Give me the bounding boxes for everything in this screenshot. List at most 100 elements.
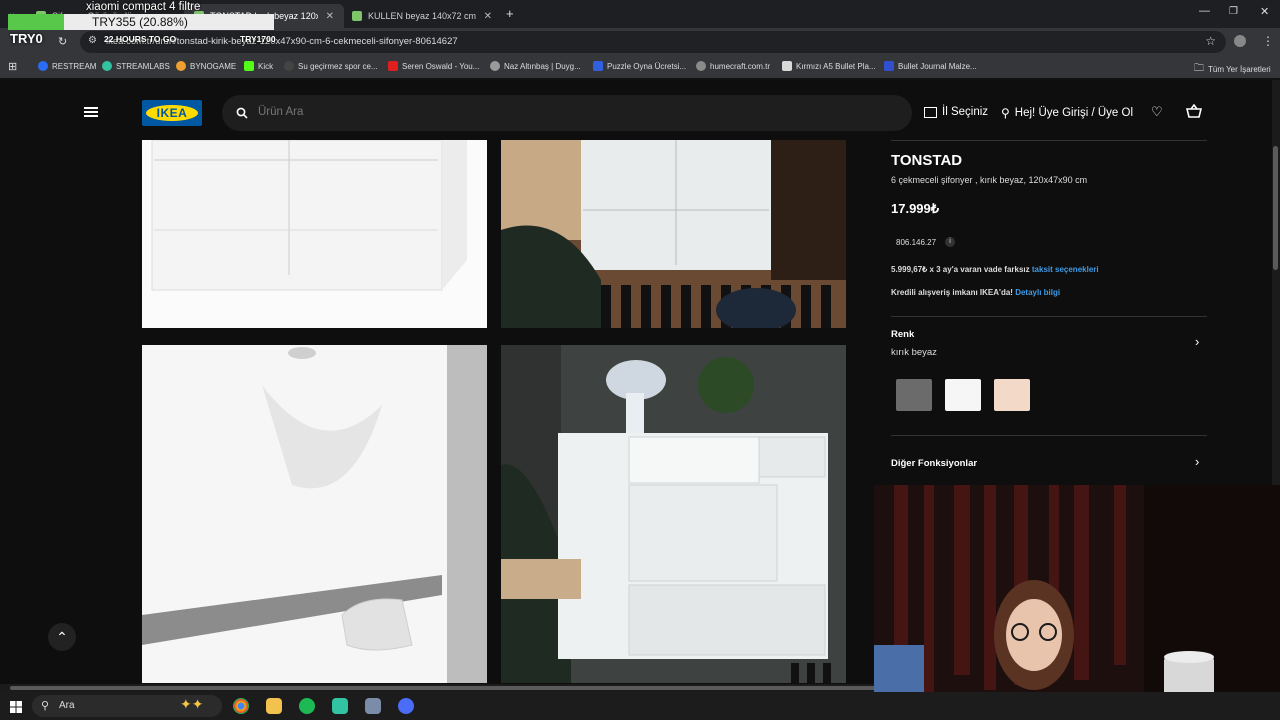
color-chevron-right-icon[interactable]: › [1195,334,1199,349]
reload-icon[interactable]: ↻ [58,35,67,48]
search-icon: ⚲ [41,700,50,712]
bookmark-label: humecraft.com.tr [710,61,771,71]
all-bookmarks[interactable]: 🗀 Tüm Yer İşaretleri [1194,61,1271,78]
taskbar-search-placeholder: Ara [59,700,75,711]
menu-dots-icon[interactable]: ⋮ [1262,34,1274,48]
installment-info: 5.999,67₺ x 3 ay'a varan vade farksız ta… [891,265,1099,274]
hamburger-menu-icon[interactable] [84,107,98,117]
bookmark-label: Kick [258,61,274,71]
tab-kullen[interactable]: KULLEN beyaz 140x72 cm 6 çek ✕ [342,4,502,28]
bookmark-restream[interactable]: RESTREAM [38,61,96,71]
ikea-logo[interactable]: IKEA [142,100,202,126]
product-image-2[interactable] [501,140,846,328]
bookmark-puzzle[interactable]: Puzzle Oyna Ücretsi... [593,61,686,71]
goal-start-amount: TRY0 [10,31,43,46]
vpn-app-icon[interactable] [365,698,381,714]
page-icon [782,61,792,71]
back-to-top-button[interactable]: ⌃ [48,623,76,651]
credit-details-link[interactable]: Detaylı bilgi [1015,288,1060,297]
search-input[interactable]: Ürün Ara [222,95,912,131]
bookmark-star-icon[interactable]: ☆ [1205,34,1216,48]
bookmark-label: Kırmızı A5 Bullet Pla... [796,61,876,71]
browser-toolbar: ↻ ⚙ ikea.com.tr/urun/tonstad-kirik-beyaz… [0,28,1280,56]
spotify-icon[interactable] [299,698,315,714]
globe-icon [490,61,500,71]
other-functions-chevron-right-icon[interactable]: › [1195,454,1199,469]
tab-label: KULLEN beyaz 140x72 cm 6 çek [368,11,476,21]
product-image-4[interactable] [501,345,846,683]
close-icon[interactable]: ✕ [326,11,334,22]
article-number: 806.146.27 [896,238,937,247]
bookmark-label: Su geçirmez spor ce... [298,61,378,71]
bookmark-humecraft[interactable]: humecraft.com.tr [696,61,770,71]
user-icon: ⚲ [1001,106,1010,120]
other-functions[interactable]: Diğer Fonksiyonlar [891,458,977,469]
copilot-sparkle-icon: ✦✦ [180,696,204,712]
bookmark-streamlabs[interactable]: STREAMLABS [102,61,170,71]
all-bookmarks-label: Tüm Yer İşaretleri [1208,65,1271,74]
search-placeholder: Ürün Ara [258,106,304,118]
bookmark-su-gecirmez[interactable]: Su geçirmez spor ce... [284,61,378,71]
product-price: 17.999₺ [891,201,940,216]
goal-time-left: 22 HOURS TO GO [104,34,177,44]
shopping-basket-icon[interactable] [1185,103,1203,118]
bookmark-bynogame[interactable]: BYNOGAME [176,61,236,71]
site-header: IKEA Ürün Ara İl Seçiniz ⚲ Hej! Üye Giri… [0,80,1272,140]
bookmark-kick[interactable]: Kick [244,61,273,71]
account-login[interactable]: ⚲ Hej! Üye Girişi / Üye Ol [1001,106,1133,120]
account-label: Hej! Üye Girişi / Üye Ol [1014,107,1134,119]
restore-button[interactable]: ❐ [1229,6,1238,17]
bookmark-label: Bullet Journal Malze... [898,61,977,71]
product-image-3[interactable] [142,345,487,683]
youtube-icon [388,61,398,71]
webcam-overlay [874,485,1280,720]
product-image-1[interactable] [142,140,487,328]
credit-info: Kredili alışveriş imkanı IKEA'da! Detayl… [891,288,1060,297]
store-icon [924,106,937,118]
favorites-heart-icon[interactable]: ♡ [1151,104,1163,120]
bookmark-label: Puzzle Oyna Ücretsi... [607,61,687,71]
goal-progress-fill [8,14,64,30]
logo-text: IKEA [146,105,198,121]
installment-text: 5.999,67₺ x 3 ay'a varan vade farksız [891,265,1030,274]
store-selector[interactable]: İl Seçiniz [924,106,988,118]
windows-start-icon[interactable] [10,700,22,713]
file-explorer-icon[interactable] [266,698,282,714]
globe-icon [696,61,706,71]
goal-target-amount: TRY1700 [240,34,276,44]
close-window-button[interactable]: ✕ [1260,5,1269,18]
chrome-icon[interactable] [233,698,249,714]
bookmark-seren-oswald[interactable]: Seren Oswald - You... [388,61,479,71]
bookmark-label: Seren Oswald - You... [402,61,480,71]
puzzle-icon [593,61,603,71]
search-icon [236,107,248,119]
kick-icon [244,61,254,71]
close-icon[interactable]: ✕ [484,11,492,22]
installment-options-link[interactable]: taksit seçenekleri [1032,265,1099,274]
info-icon[interactable]: i [945,237,955,247]
bookmark-bullet-journal[interactable]: Bullet Journal Malze... [884,61,977,71]
color-swatch-gray[interactable] [896,379,932,411]
bookmark-kirmizi-a5[interactable]: Kırmızı A5 Bullet Pla... [782,61,876,71]
windows-taskbar: ⚲ Ara ✦✦ [0,692,1280,720]
extension-icon[interactable] [1234,35,1246,47]
divider [891,316,1207,317]
color-swatch-white[interactable] [945,379,981,411]
goal-progress-bar: TRY355 (20.88%) [8,14,274,30]
bookmark-naz-altinbas[interactable]: Naz Altınbaş | Duyg... [490,61,581,71]
color-heading: Renk [891,329,915,340]
goal-progress-label: TRY355 (20.88%) [92,15,188,29]
minimize-button[interactable]: — [1199,5,1210,17]
divider [891,140,1207,141]
bookmark-label: Naz Altınbaş | Duyg... [504,61,581,71]
tab-favicon-icon [352,11,362,21]
page-icon [284,61,294,71]
new-tab-button[interactable]: + [506,6,514,21]
taskbar-search-input[interactable]: ⚲ Ara ✦✦ [32,695,222,717]
discord-app-icon[interactable] [398,698,414,714]
site-info-icon[interactable]: ⚙ [88,35,97,46]
color-swatch-beige[interactable] [994,379,1030,411]
streamlabs-app-icon[interactable] [332,698,348,714]
apps-grid-icon[interactable]: ⊞ [8,60,17,73]
restream-icon [38,61,48,71]
